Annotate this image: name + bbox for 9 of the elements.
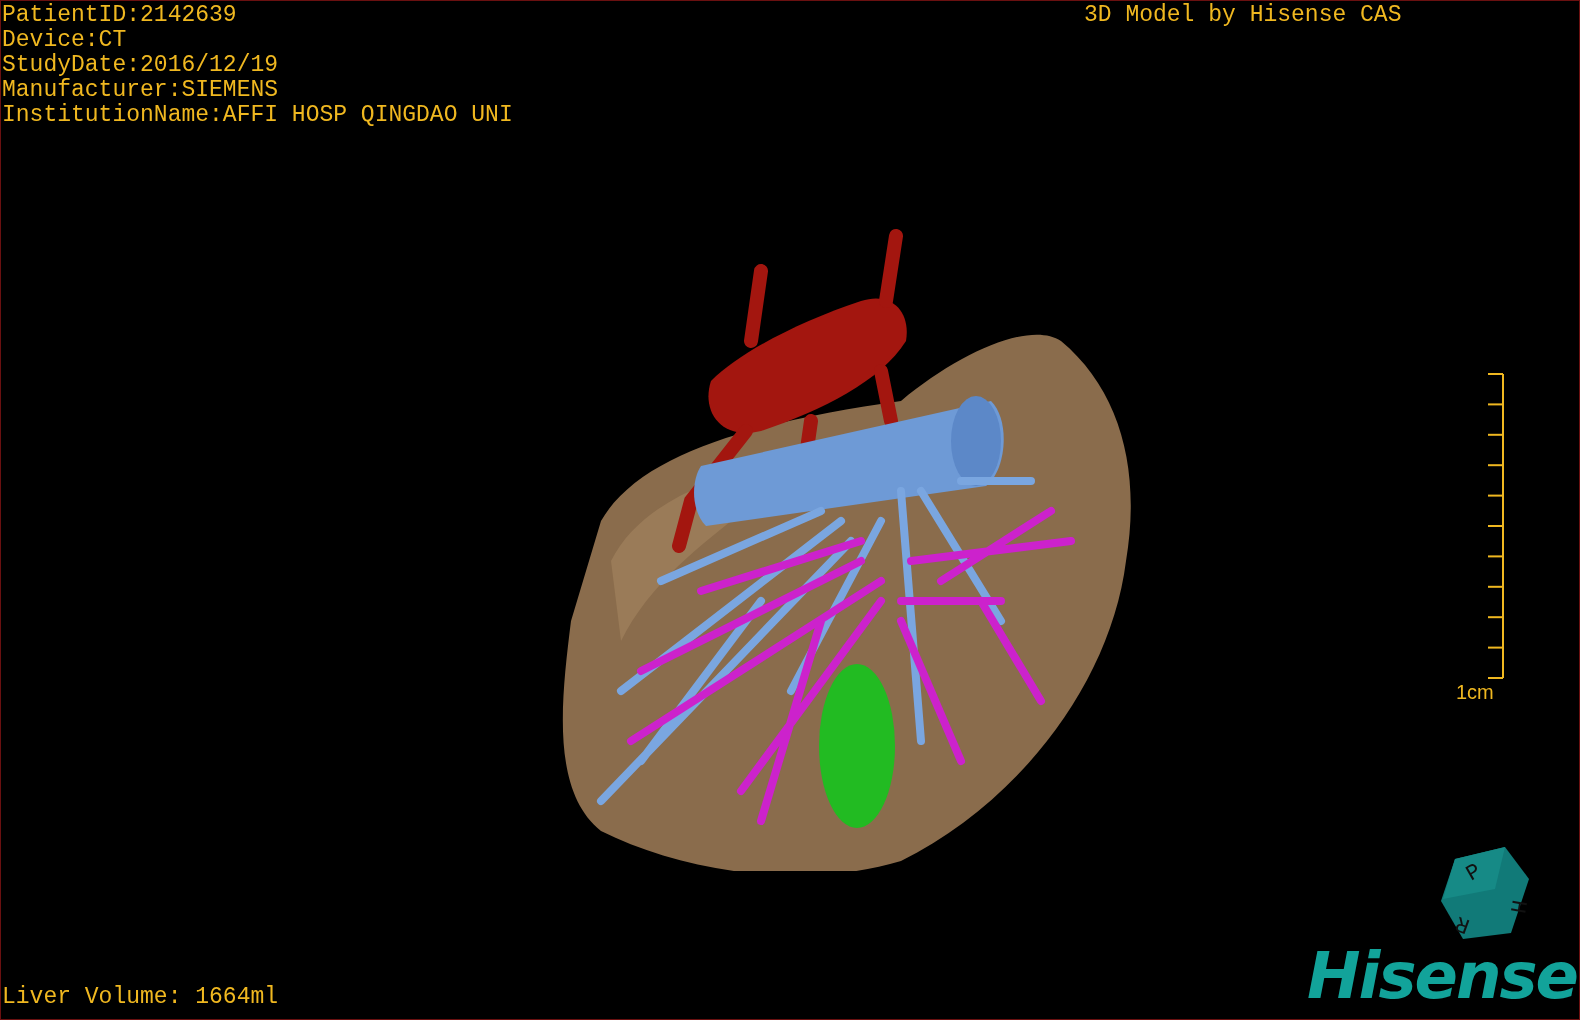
patient-info-text: InstitutionName:AFFI HOSP QINGDAO UNI (2, 103, 513, 128)
logo: Hisense (1306, 939, 1577, 1013)
patient-info-text: Manufacturer:SIEMENS (2, 78, 280, 103)
liver-volume-text: Liver Volume: 1664ml (2, 985, 279, 1010)
patient-info-text: Device:CT (2, 28, 128, 53)
patient-info-text: PatientID:2142639 (2, 3, 238, 28)
patient-info-text: StudyDate:2016/12/19 (2, 53, 280, 78)
model-credit-text: 3D Model by Hisense CAS (1084, 3, 1402, 28)
scale-label: 1cm (1456, 681, 1494, 703)
